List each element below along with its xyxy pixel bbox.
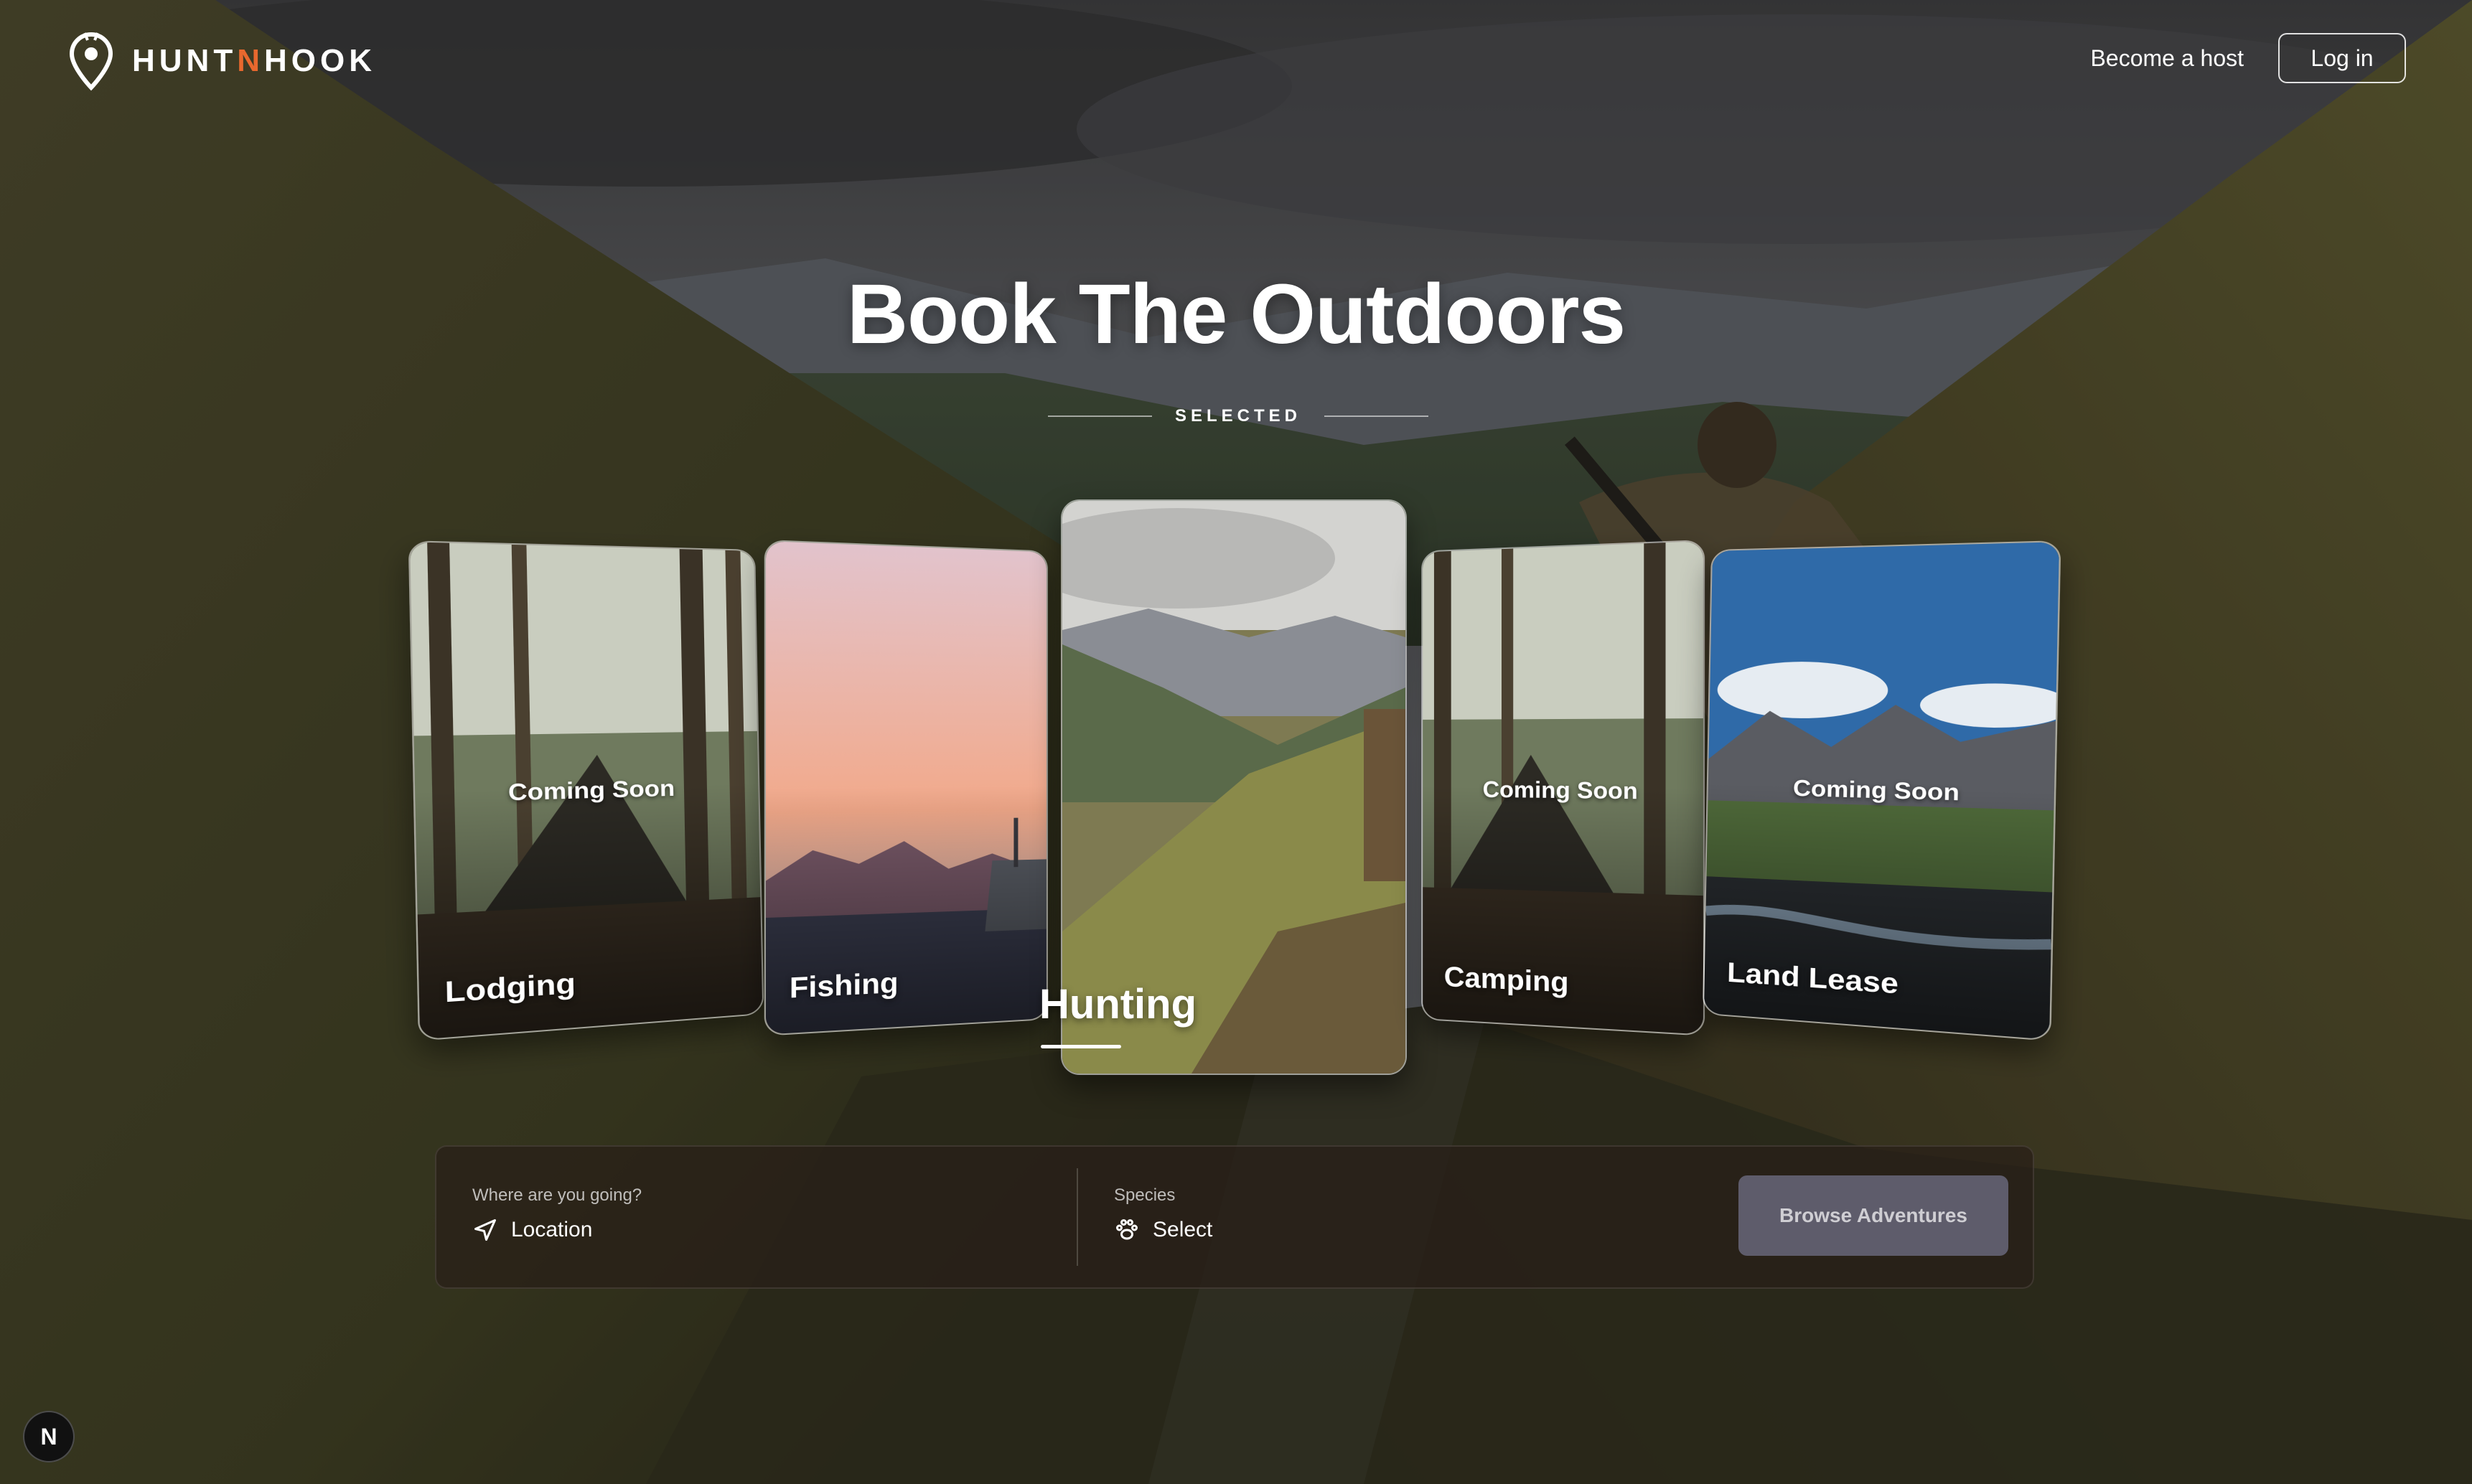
search-bar: Where are you going? Location Species Se…: [435, 1145, 2034, 1289]
category-label-camping: Camping: [1443, 961, 1569, 999]
species-field[interactable]: Species Select: [1080, 1147, 1711, 1287]
category-label-hunting: Hunting: [1039, 981, 1197, 1028]
category-label-fishing: Fishing: [789, 967, 899, 1005]
category-card-fishing[interactable]: Fishing: [764, 539, 1048, 1036]
paw-icon: [1116, 1219, 1138, 1240]
location-value-row: Location: [472, 1217, 592, 1243]
navigation-arrow-icon: [474, 1219, 496, 1241]
location-input[interactable]: Location: [511, 1218, 592, 1242]
category-card-land-lease[interactable]: Coming Soon Land Lease: [1702, 540, 2061, 1041]
card-shade: [765, 541, 1047, 1035]
category-card-camping[interactable]: Coming Soon Camping: [1421, 539, 1705, 1036]
category-card-lodging[interactable]: Coming Soon Lodging: [408, 540, 764, 1041]
species-value-row: Select: [1114, 1217, 1212, 1243]
coming-soon-badge: Coming Soon: [1482, 776, 1638, 804]
location-field[interactable]: Where are you going? Location: [436, 1147, 1077, 1287]
species-field-label: Species: [1114, 1185, 1176, 1205]
selected-underline: [1041, 1045, 1121, 1048]
browse-adventures-button[interactable]: Browse Adventures: [1738, 1175, 2008, 1256]
location-field-label: Where are you going?: [472, 1185, 642, 1205]
species-select[interactable]: Select: [1153, 1218, 1212, 1242]
corner-n-badge[interactable]: N: [23, 1411, 75, 1462]
field-divider: [1077, 1168, 1078, 1266]
